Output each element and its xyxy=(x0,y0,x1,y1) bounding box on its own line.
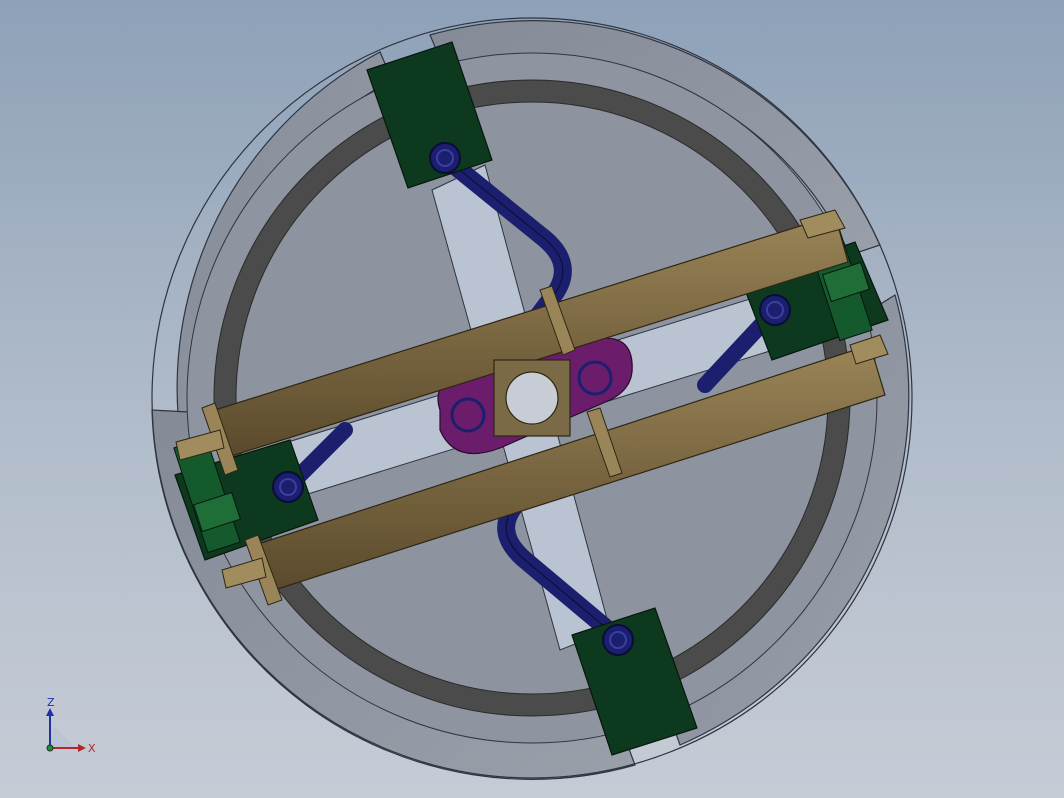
axis-triad: Z X xyxy=(46,696,96,755)
cad-viewport[interactable] xyxy=(0,0,1064,798)
center-hub[interactable] xyxy=(493,359,571,437)
z-axis-label: Z xyxy=(47,696,55,709)
x-axis-label: X xyxy=(88,742,96,755)
